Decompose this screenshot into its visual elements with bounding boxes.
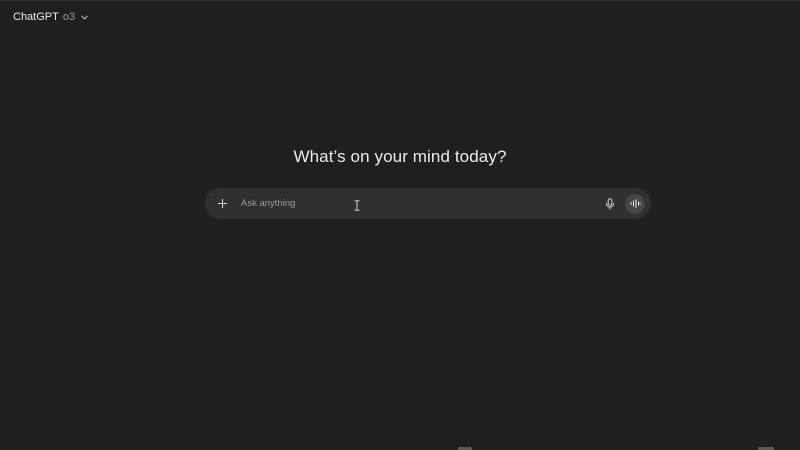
plus-icon[interactable] bbox=[213, 195, 231, 213]
chat-app-window: ChatGPT o3 What’s on your mind today? bbox=[0, 0, 800, 450]
chevron-down-icon bbox=[79, 12, 89, 22]
microphone-icon[interactable] bbox=[601, 195, 619, 213]
model-name: ChatGPT bbox=[13, 11, 59, 23]
prompt-input[interactable] bbox=[241, 193, 601, 214]
page-title: What’s on your mind today? bbox=[293, 147, 507, 166]
text-cursor-icon bbox=[354, 198, 360, 211]
model-switcher-button[interactable]: ChatGPT o3 bbox=[9, 7, 93, 27]
voice-mode-icon[interactable] bbox=[625, 193, 645, 214]
model-version: o3 bbox=[62, 11, 76, 23]
prompt-composer bbox=[205, 188, 651, 219]
